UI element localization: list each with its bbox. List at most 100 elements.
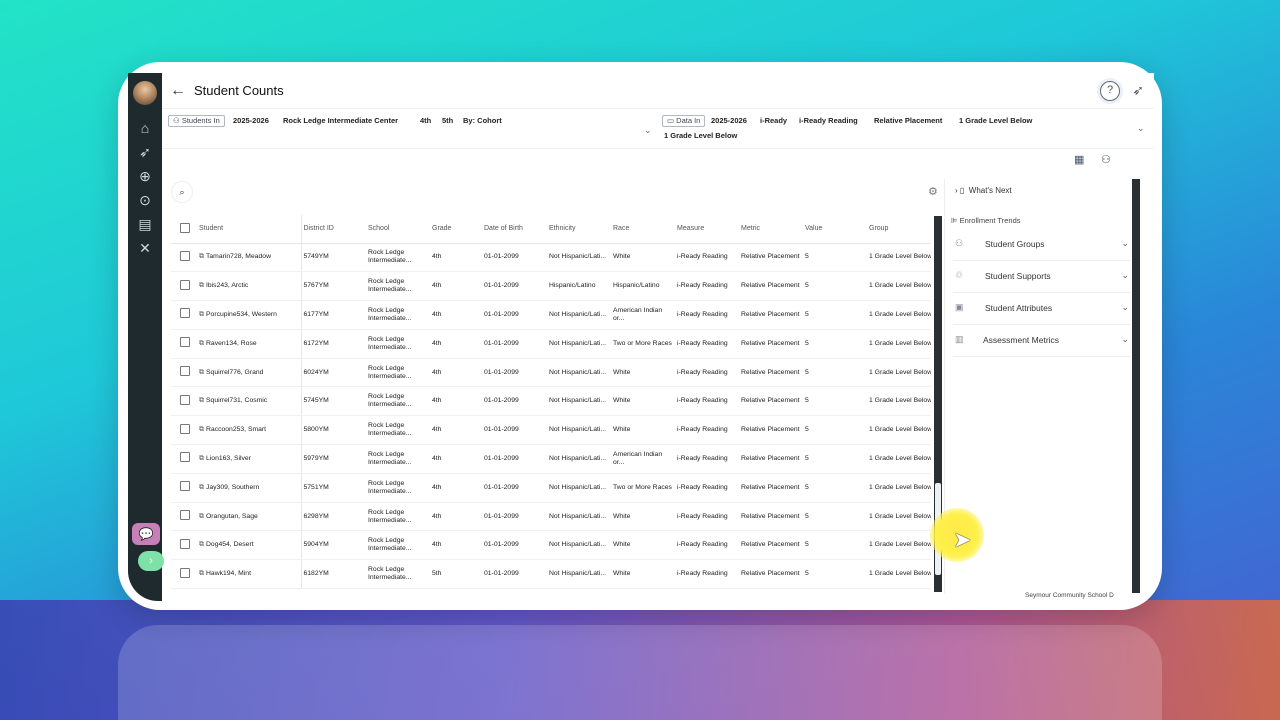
search-icon[interactable]: ⌕ xyxy=(171,181,193,203)
whats-next-link[interactable]: › ▯ What's Next xyxy=(955,186,1012,195)
accordion-student-groups[interactable]: ⚇ Student Groups ⌄ xyxy=(953,229,1131,261)
external-link-icon[interactable]: ⧉ xyxy=(199,369,204,376)
student-name-link[interactable]: Ibis243, Arctic xyxy=(206,282,248,289)
student-name-link[interactable]: Raccoon253, Smart xyxy=(206,426,266,433)
row-checkbox[interactable] xyxy=(180,394,190,405)
table-row[interactable]: ⧉ Dog454, Desert 5904YM Rock Ledge Intermed… xyxy=(171,530,931,561)
table-row[interactable]: ⧉ Porcupine534, Western 6177YM Rock Ledge I… xyxy=(171,300,931,330)
filter-chip[interactable]: 2025-2026 xyxy=(233,116,269,125)
back-arrow-icon[interactable]: ← xyxy=(170,82,186,100)
cell-student[interactable]: ⧉ Jay309, Southern xyxy=(197,473,302,503)
table-row[interactable]: ⧉ Raven134, Rose 6172YM Rock Ledge Intermed… xyxy=(171,329,931,359)
student-name-link[interactable]: Squirrel776, Grand xyxy=(206,369,263,376)
table-row[interactable]: ⧉ Hawk194, Mint 6182YM Rock Ledge Intermedi… xyxy=(171,559,931,590)
people-icon[interactable]: ⚇ xyxy=(1101,153,1111,166)
row-checkbox[interactable] xyxy=(180,279,190,290)
student-name-link[interactable]: Raven134, Rose xyxy=(206,340,257,347)
column-header[interactable]: Value xyxy=(803,215,867,244)
external-link-icon[interactable]: ⧉ xyxy=(199,455,204,462)
filter-chip[interactable]: By: Cohort xyxy=(463,116,502,125)
table-row[interactable]: ⧉ Tamarin728, Meadow 5749YM Rock Ledge Inte… xyxy=(171,243,931,273)
row-checkbox[interactable] xyxy=(180,538,190,549)
table-row[interactable]: ⧉ Raccoon253, Smart 5800YM Rock Ledge Inter… xyxy=(171,415,931,446)
external-link-icon[interactable]: ⧉ xyxy=(199,311,204,318)
row-checkbox[interactable] xyxy=(180,510,190,521)
gear-icon[interactable]: ⚙ xyxy=(928,185,938,198)
tools-icon[interactable]: ✕ xyxy=(136,239,154,257)
row-checkbox[interactable] xyxy=(180,366,190,377)
cell-student[interactable]: ⧉ Hawk194, Mint xyxy=(197,559,302,590)
external-link-icon[interactable]: ⧉ xyxy=(199,570,204,577)
cell-student[interactable]: ⧉ Orangutan, Sage xyxy=(197,502,302,532)
column-header[interactable]: Measure xyxy=(675,215,739,244)
add-icon[interactable]: ⊕ xyxy=(136,167,154,185)
student-name-link[interactable]: Orangutan, Sage xyxy=(206,513,258,520)
accordion-assessment-metrics[interactable]: ▥ Assessment Metrics ⌄ xyxy=(953,325,1131,357)
select-all-checkbox[interactable] xyxy=(180,222,190,233)
row-checkbox[interactable] xyxy=(180,481,190,492)
student-name-link[interactable]: Squirrel731, Cosmic xyxy=(206,397,267,404)
filter-chip[interactable]: Rock Ledge Intermediate Center xyxy=(283,116,398,125)
row-checkbox[interactable] xyxy=(180,337,190,348)
student-name-link[interactable]: Lion163, Silver xyxy=(206,455,251,462)
student-name-link[interactable]: Hawk194, Mint xyxy=(206,570,251,577)
external-link-icon[interactable]: ⧉ xyxy=(199,253,204,260)
filter-chip[interactable]: 1 Grade Level Below xyxy=(959,116,1032,125)
student-name-link[interactable]: Dog454, Desert xyxy=(206,541,254,548)
chevron-down-icon[interactable]: ⌄ xyxy=(1137,123,1145,134)
external-link-icon[interactable]: ⧉ xyxy=(199,484,204,491)
reports-icon[interactable]: ▤ xyxy=(136,215,154,233)
column-header[interactable]: Date of Birth xyxy=(482,215,547,244)
table-row[interactable]: ⧉ Squirrel776, Grand 6024YM Rock Ledge Inte… xyxy=(171,358,931,388)
filter-chip[interactable]: 2025-2026 xyxy=(711,116,747,125)
table-view-icon[interactable]: ▦ xyxy=(1074,153,1084,166)
table-row[interactable]: ⧉ Orangutan, Sage 6298YM Rock Ledge Interme… xyxy=(171,502,931,532)
filter-chip[interactable]: Relative Placement xyxy=(874,116,942,125)
row-checkbox[interactable] xyxy=(180,250,190,261)
external-link-icon[interactable]: ⧉ xyxy=(199,426,204,433)
row-checkbox[interactable] xyxy=(180,308,190,319)
column-header[interactable]: School xyxy=(366,215,430,244)
external-link-icon[interactable]: ⧉ xyxy=(199,340,204,347)
rocket-nav-icon[interactable]: ➶ xyxy=(136,143,154,161)
rocket-icon[interactable]: ➶ xyxy=(1132,82,1144,99)
filter-chip[interactable]: 1 Grade Level Below xyxy=(664,131,737,140)
zoom-icon[interactable]: ⊙ xyxy=(136,191,154,209)
cell-student[interactable]: ⧉ Squirrel776, Grand xyxy=(197,358,302,388)
cell-student[interactable]: ⧉ Lion163, Silver xyxy=(197,444,302,474)
row-checkbox[interactable] xyxy=(180,423,190,434)
column-header[interactable]: Grade xyxy=(430,215,482,244)
chevron-down-icon[interactable]: ⌄ xyxy=(644,125,652,136)
enrollment-trends-link[interactable]: ⊫ Enrollment Trends xyxy=(951,216,1021,225)
student-name-link[interactable]: Porcupine534, Western xyxy=(206,311,277,318)
column-header[interactable]: Group xyxy=(867,215,931,244)
filter-chip[interactable]: 5th xyxy=(442,116,453,125)
panel-scrollbar[interactable] xyxy=(1132,179,1140,593)
column-header[interactable]: Race xyxy=(611,215,675,244)
cell-student[interactable]: ⧉ Raven134, Rose xyxy=(197,329,302,359)
table-row[interactable]: ⧉ Ibis243, Arctic 5767YM Rock Ledge Interme… xyxy=(171,271,931,302)
column-header[interactable]: District ID xyxy=(301,215,366,244)
external-link-icon[interactable]: ⧉ xyxy=(199,513,204,520)
external-link-icon[interactable]: ⧉ xyxy=(199,282,204,289)
cell-student[interactable]: ⧉ Dog454, Desert xyxy=(197,530,302,561)
column-header[interactable]: Metric xyxy=(739,215,803,244)
accordion-student-attributes[interactable]: ▣ Student Attributes ⌄ xyxy=(953,293,1131,325)
row-checkbox[interactable] xyxy=(180,452,190,463)
cell-student[interactable]: ⧉ Raccoon253, Smart xyxy=(197,415,302,446)
student-name-link[interactable]: Jay309, Southern xyxy=(206,484,259,491)
filter-chip[interactable]: 4th xyxy=(420,116,431,125)
table-row[interactable]: ⧉ Jay309, Southern 5751YM Rock Ledge Interm… xyxy=(171,473,931,503)
column-header[interactable]: Student xyxy=(197,215,302,244)
avatar[interactable] xyxy=(133,81,157,105)
help-icon[interactable]: ? xyxy=(1100,81,1120,101)
external-link-icon[interactable]: ⧉ xyxy=(199,541,204,548)
cell-student[interactable]: ⧉ Porcupine534, Western xyxy=(197,300,302,330)
cell-student[interactable]: ⧉ Ibis243, Arctic xyxy=(197,271,302,302)
cell-student[interactable]: ⧉ Squirrel731, Cosmic xyxy=(197,386,302,417)
table-row[interactable]: ⧉ Squirrel731, Cosmic 5745YM Rock Ledge Int… xyxy=(171,386,931,417)
expand-toggle[interactable]: › xyxy=(138,551,164,571)
home-icon[interactable]: ⌂ xyxy=(136,119,154,137)
accordion-student-supports[interactable]: ♲ Student Supports ⌄ xyxy=(953,261,1131,293)
filter-chip[interactable]: i-Ready Reading xyxy=(799,116,858,125)
